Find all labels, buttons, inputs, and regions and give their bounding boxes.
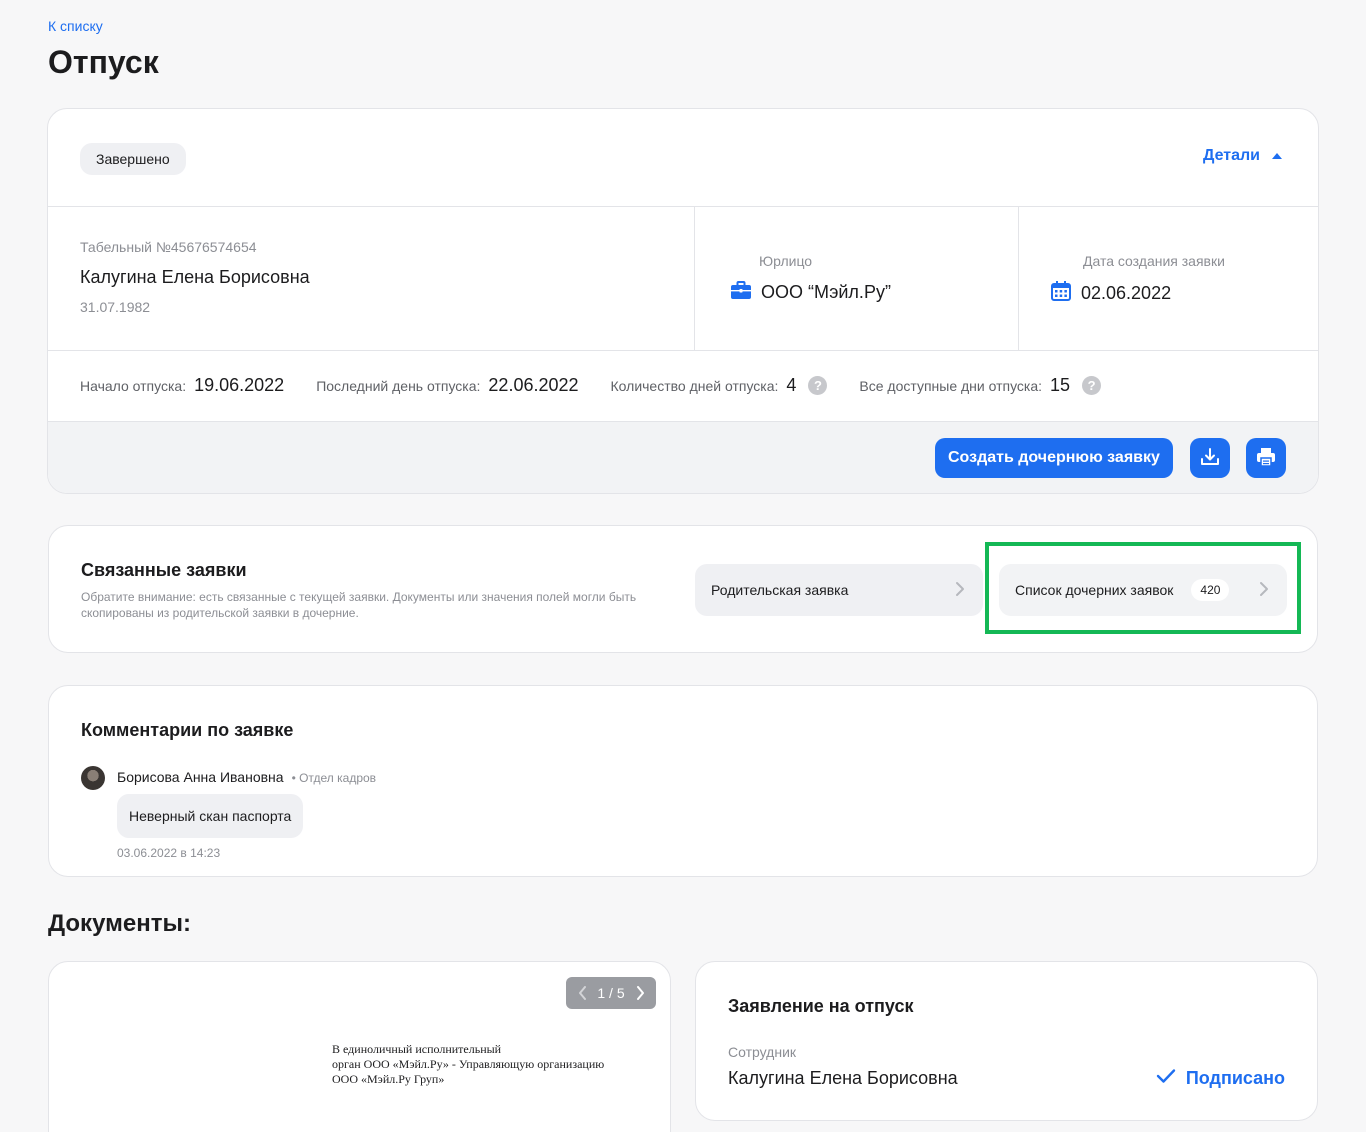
vacation-application-card[interactable]: Заявление на отпуск Сотрудник Калугина Е… (695, 961, 1318, 1121)
chevron-right-icon[interactable] (632, 985, 648, 1001)
divider (48, 350, 1318, 351)
download-button[interactable] (1190, 438, 1230, 478)
parent-request-label: Родительская заявка (711, 582, 849, 598)
avatar (81, 766, 105, 790)
printer-icon (1256, 447, 1276, 470)
details-toggle[interactable]: Детали (1203, 147, 1282, 165)
print-button[interactable] (1246, 438, 1286, 478)
employee-name: Калугина Елена Борисовна (80, 267, 310, 287)
calendar-icon (1051, 281, 1071, 306)
legal-entity-label: Юрлицо (759, 253, 813, 269)
chevron-left-icon[interactable] (574, 985, 590, 1001)
stat-label: Начало отпуска: (80, 377, 187, 394)
help-icon[interactable]: ? (1082, 376, 1102, 395)
create-child-request-button[interactable]: Создать дочернюю заявку (935, 438, 1173, 478)
comment-text: Неверный скан паспорта (117, 794, 304, 838)
details-label: Детали (1202, 147, 1260, 164)
stat-label: Количество дней отпуска: (610, 377, 779, 394)
created-date-value: 02.06.2022 (1081, 283, 1172, 303)
page-pager: 1 / 5 (566, 977, 656, 1009)
stat-vacation-days: Количество дней отпуска: 4 ? (611, 375, 828, 396)
back-to-list-link[interactable]: К списку (48, 18, 103, 34)
application-title: Заявление на отпуск (728, 996, 914, 1016)
signed-label: Подписано (1185, 1068, 1285, 1088)
child-requests-count: 420 (1191, 579, 1230, 601)
divider (1018, 206, 1019, 350)
stat-value: 15 (1050, 375, 1071, 395)
legal-entity: ООО “Мэйл.Ру” (731, 281, 891, 304)
vacation-stats: Начало отпуска: 19.06.2022 Последний ден… (80, 375, 1133, 396)
document-line: ООО «Мэйл.Ру Груп» (332, 1072, 445, 1086)
signed-status: Подписано (1156, 1068, 1285, 1089)
employee-birth-date: 31.07.1982 (80, 299, 151, 315)
related-requests-card: Связанные заявки Обратите внимание: есть… (48, 525, 1318, 653)
employee-number: Табельный №45676574654 (80, 239, 257, 255)
status-badge: Завершено (80, 143, 186, 175)
comment-author-line: Борисова Анна Ивановна • Отдел кадров (117, 769, 376, 785)
stat-vacation-start: Начало отпуска: 19.06.2022 (80, 375, 284, 396)
comments-title: Комментарии по заявке (81, 720, 294, 740)
comment-time: 03.06.2022 в 14:23 (117, 846, 221, 860)
page-indicator: 1 / 5 (597, 985, 625, 1001)
help-icon[interactable]: ? (808, 376, 828, 395)
chevron-right-icon (955, 581, 965, 600)
created-date: 02.06.2022 (1051, 281, 1171, 306)
document-preview[interactable]: 1 / 5 В единоличный исполнительный орган… (48, 961, 671, 1132)
briefcase-icon (731, 281, 751, 304)
divider (694, 206, 695, 350)
related-title: Связанные заявки (81, 560, 247, 580)
caret-up-icon (1272, 153, 1282, 159)
stat-value: 19.06.2022 (194, 375, 285, 395)
document-line: В единоличный исполнительный (332, 1042, 502, 1056)
created-date-label: Дата создания заявки (1083, 253, 1225, 269)
chevron-right-icon (1259, 581, 1269, 600)
child-requests-label: Список дочерних заявок (1015, 582, 1174, 598)
stat-vacation-last-day: Последний день отпуска: 22.06.2022 (316, 375, 578, 396)
child-requests-link[interactable]: Список дочерних заявок 420 (999, 564, 1287, 616)
stat-value: 22.06.2022 (488, 375, 579, 395)
parent-request-link[interactable]: Родительская заявка (695, 564, 983, 616)
document-line: орган ООО «Мэйл.Ру» - Управляющую органи… (332, 1057, 605, 1071)
legal-entity-value: ООО “Мэйл.Ру” (761, 282, 891, 302)
document-text: В единоличный исполнительный орган ООО «… (332, 1042, 604, 1087)
stat-label: Все доступные дни отпуска: (859, 377, 1043, 394)
stat-value: 4 (786, 375, 797, 395)
related-note: Обратите внимание: есть связанные с теку… (81, 590, 637, 620)
request-card: Завершено Детали Табельный №45676574654 … (47, 108, 1319, 494)
download-icon (1200, 447, 1220, 470)
divider (48, 206, 1318, 207)
stat-available-days: Все доступные дни отпуска: 15 ? (859, 375, 1102, 396)
stat-label: Последний день отпуска: (316, 377, 481, 394)
application-employee-name: Калугина Елена Борисовна (728, 1068, 958, 1088)
comment-department: • Отдел кадров (291, 771, 377, 785)
action-bar: Создать дочернюю заявку (48, 421, 1318, 493)
application-employee-label: Сотрудник (728, 1044, 797, 1060)
checkmark-icon (1156, 1068, 1176, 1089)
documents-title: Документы: (48, 910, 191, 937)
comments-card: Комментарии по заявке Борисова Анна Иван… (48, 685, 1318, 877)
page-title: Отпуск (48, 44, 159, 80)
comment-author: Борисова Анна Ивановна (117, 769, 284, 785)
